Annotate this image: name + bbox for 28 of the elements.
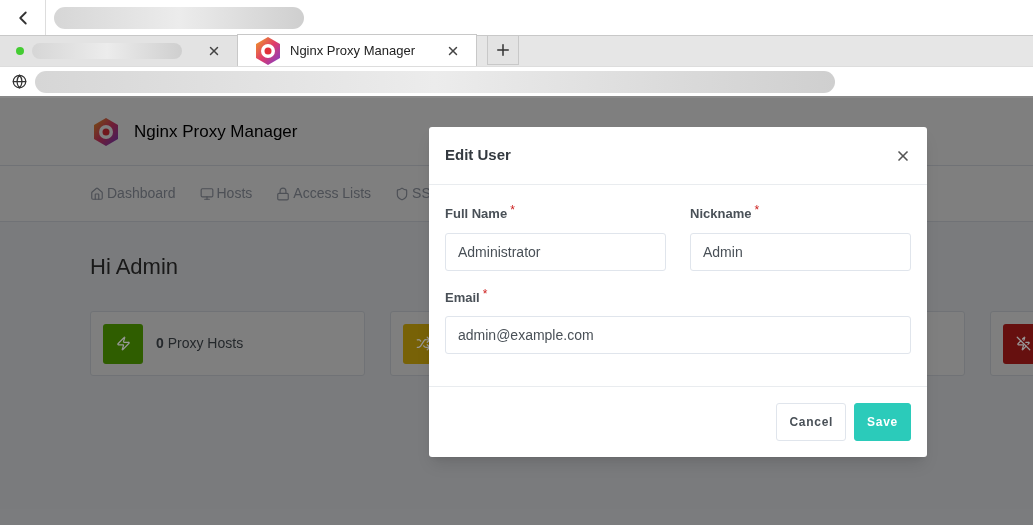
input-field[interactable]: Admin	[690, 232, 911, 271]
tab-title: Nginx Proxy Manager	[290, 41, 415, 60]
globe-icon	[12, 74, 27, 89]
monitor-icon	[199, 186, 214, 201]
crossed-bolt-icon	[1015, 336, 1031, 351]
bolt-icon	[115, 336, 131, 351]
dialog-title: Edit User	[445, 145, 511, 166]
plus-icon	[494, 41, 512, 59]
lock-icon	[276, 186, 291, 201]
page-heading: Hi Admin	[90, 254, 180, 280]
field-label: Nickname	[690, 205, 752, 223]
required-mark: *	[482, 287, 488, 300]
required-mark: *	[754, 204, 760, 216]
stat-text: 0 Proxy Hosts	[156, 334, 244, 353]
home-icon	[90, 186, 104, 201]
shield-icon	[395, 186, 410, 201]
input-field[interactable]: admin@example.com	[445, 316, 911, 354]
required-mark: *	[510, 204, 515, 216]
browser-tab[interactable]: Nginx Proxy Manager	[237, 34, 477, 66]
app-title: Nginx Proxy Manager	[134, 120, 298, 143]
field-label: Email	[445, 288, 480, 307]
cancel-button[interactable]: Cancel	[776, 403, 847, 441]
new-tab-button[interactable]	[487, 35, 519, 65]
crossed-arrows-icon	[415, 336, 431, 351]
close-icon[interactable]	[207, 44, 221, 58]
field-label: Full Name	[445, 205, 508, 223]
input-field[interactable]: Administrator	[445, 232, 666, 271]
hexagon-logo-icon	[92, 116, 120, 147]
